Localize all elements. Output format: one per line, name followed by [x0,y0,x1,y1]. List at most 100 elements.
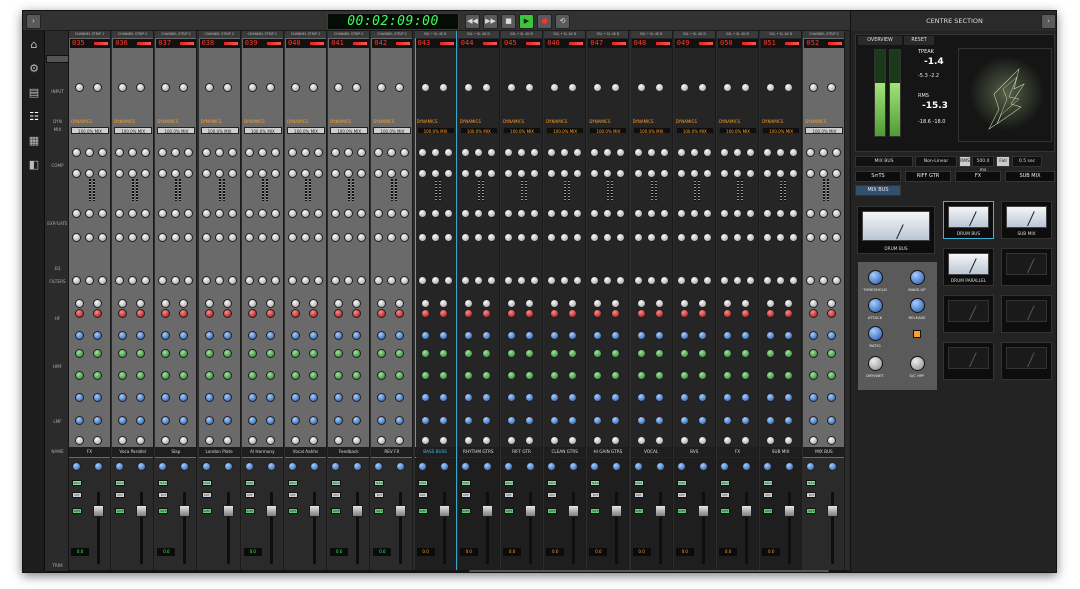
knob[interactable] [161,309,171,318]
knob[interactable] [430,209,440,218]
knob[interactable] [291,83,300,92]
strip-name[interactable]: Vocal Aahhs [285,447,326,457]
solo-button[interactable]: SOLO [676,480,687,486]
knob[interactable] [387,169,397,178]
knob[interactable] [257,169,267,178]
solo-button[interactable]: SOLO [244,480,255,486]
knob[interactable] [179,299,189,308]
knob[interactable] [733,276,742,285]
fall-toggle[interactable]: Fall [996,156,1010,167]
knob[interactable] [214,148,224,157]
solo-button[interactable]: SOLO [633,480,644,486]
cut-button[interactable]: CUT [547,492,558,498]
knob[interactable] [784,371,794,380]
knob[interactable] [525,436,534,445]
width-knob[interactable] [633,462,643,471]
knob[interactable] [265,436,275,445]
strip-name[interactable]: SUB MIX [760,447,802,457]
knob[interactable] [136,436,146,445]
knob[interactable] [222,371,232,380]
centre-collapse-icon[interactable]: › [1041,14,1056,29]
knob[interactable] [676,148,686,157]
nonlinear-dropdown[interactable]: Non-Linear [915,156,957,167]
knob[interactable] [507,309,516,318]
knob[interactable] [720,233,729,242]
knob[interactable] [633,169,643,178]
knob[interactable] [161,416,171,425]
knob[interactable] [334,83,344,92]
knob[interactable] [72,148,81,157]
knob[interactable] [827,83,837,92]
knob[interactable] [654,371,664,380]
width-knob[interactable] [676,462,686,471]
plugin-icon[interactable]: ▦ [26,133,42,149]
knob[interactable] [679,299,689,308]
bus-slot-empty[interactable] [943,342,994,380]
knob[interactable] [309,371,318,380]
knob[interactable] [741,416,750,425]
knob[interactable] [75,416,84,425]
knob[interactable] [702,209,712,218]
strip-name[interactable]: FX [717,447,758,457]
knob[interactable] [616,209,626,218]
safe-button[interactable]: SAFE [504,508,514,514]
knob[interactable] [776,276,786,285]
knob[interactable] [676,209,686,218]
knob[interactable] [827,299,837,308]
strip-name[interactable]: Feedback [328,447,370,457]
knob[interactable] [201,233,211,242]
knob[interactable] [309,393,318,402]
knob[interactable] [809,331,819,340]
knob[interactable] [504,148,513,157]
knob[interactable] [118,436,128,445]
pan-knob[interactable] [180,462,190,471]
knob[interactable] [265,416,275,425]
knob[interactable] [214,209,224,218]
rms-window[interactable]: 500.0 ms [972,156,994,173]
knob[interactable] [161,349,171,358]
knob[interactable] [314,233,323,242]
knob[interactable] [832,148,842,157]
knob[interactable] [633,276,643,285]
knob[interactable] [697,331,707,340]
knob[interactable] [697,83,707,92]
knob[interactable] [179,309,189,318]
knob[interactable] [766,349,776,358]
knob[interactable] [741,83,750,92]
knob[interactable] [204,393,214,402]
knob[interactable] [525,83,534,92]
knob[interactable] [288,148,297,157]
knob[interactable] [611,349,621,358]
knob[interactable] [72,276,81,285]
safe-button[interactable]: SAFE [288,508,298,514]
knob[interactable] [460,276,470,285]
drywet-knob[interactable] [868,356,883,371]
knob[interactable] [636,349,646,358]
knob[interactable] [806,148,816,157]
safe-button[interactable]: SAFE [763,508,774,514]
fader-cap[interactable] [179,505,191,517]
knob[interactable] [766,436,776,445]
width-knob[interactable] [72,462,81,471]
knob[interactable] [128,169,138,178]
knob[interactable] [679,393,689,402]
knob[interactable] [75,393,84,402]
knob[interactable] [481,299,491,308]
knob[interactable] [334,436,344,445]
cut-button[interactable]: CUT [374,492,385,498]
knob[interactable] [733,209,742,218]
knob[interactable] [115,233,125,242]
pan-knob[interactable] [569,462,579,471]
knob[interactable] [204,299,214,308]
knob[interactable] [443,169,453,178]
knob[interactable] [161,299,171,308]
knob[interactable] [763,209,773,218]
knob[interactable] [344,148,354,157]
cut-button[interactable]: CUT [720,492,730,498]
knob[interactable] [227,169,237,178]
fader-cap[interactable] [136,505,148,517]
knob[interactable] [291,331,300,340]
knob[interactable] [227,276,237,285]
fader-cap[interactable] [352,505,364,517]
fader-cap[interactable] [309,505,320,517]
